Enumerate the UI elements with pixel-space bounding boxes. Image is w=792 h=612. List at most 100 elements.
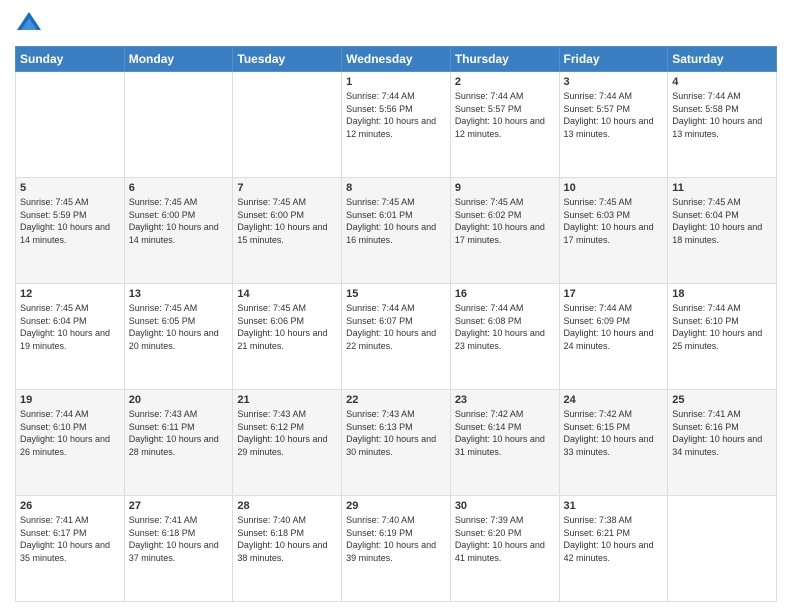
day-number: 29 [346,500,446,512]
day-number: 4 [672,76,772,88]
calendar-header-thursday: Thursday [450,47,559,72]
day-number: 3 [564,76,664,88]
day-info: Sunrise: 7:45 AM Sunset: 6:04 PM Dayligh… [20,302,120,352]
day-info: Sunrise: 7:44 AM Sunset: 6:09 PM Dayligh… [564,302,664,352]
calendar-cell: 13 Sunrise: 7:45 AM Sunset: 6:05 PM Dayli… [124,284,233,390]
calendar-cell: 27 Sunrise: 7:41 AM Sunset: 6:18 PM Dayli… [124,496,233,602]
calendar-cell [668,496,777,602]
day-number: 23 [455,394,555,406]
day-info: Sunrise: 7:43 AM Sunset: 6:13 PM Dayligh… [346,408,446,458]
calendar-cell: 15 Sunrise: 7:44 AM Sunset: 6:07 PM Dayli… [342,284,451,390]
day-info: Sunrise: 7:41 AM Sunset: 6:17 PM Dayligh… [20,514,120,564]
day-number: 8 [346,182,446,194]
calendar-cell: 2Sunrise: 7:44 AM Sunset: 5:57 PM Daylig… [450,72,559,178]
calendar-cell: 19Sunrise: 7:44 AM Sunset: 6:10 PM Dayli… [16,390,125,496]
page: SundayMondayTuesdayWednesdayThursdayFrid… [0,0,792,612]
day-number: 20 [129,394,229,406]
logo [15,10,47,38]
calendar-table: SundayMondayTuesdayWednesdayThursdayFrid… [15,46,777,602]
day-number: 12 [20,288,120,300]
day-number: 27 [129,500,229,512]
day-info: Sunrise: 7:44 AM Sunset: 5:57 PM Dayligh… [455,90,555,140]
day-number: 26 [20,500,120,512]
calendar-header-sunday: Sunday [16,47,125,72]
calendar-cell: 8 Sunrise: 7:45 AM Sunset: 6:01 PM Daylig… [342,178,451,284]
day-number: 18 [672,288,772,300]
day-info: Sunrise: 7:44 AM Sunset: 6:08 PM Dayligh… [455,302,555,352]
calendar-header-wednesday: Wednesday [342,47,451,72]
calendar-cell [124,72,233,178]
day-number: 21 [237,394,337,406]
day-info: Sunrise: 7:43 AM Sunset: 6:12 PM Dayligh… [237,408,337,458]
header [15,10,777,38]
calendar-cell: 21 Sunrise: 7:43 AM Sunset: 6:12 PM Dayli… [233,390,342,496]
day-info: Sunrise: 7:44 AM Sunset: 5:57 PM Dayligh… [564,90,664,140]
calendar-header-monday: Monday [124,47,233,72]
calendar-cell: 11Sunrise: 7:45 AM Sunset: 6:04 PM Dayli… [668,178,777,284]
day-number: 28 [237,500,337,512]
day-info: Sunrise: 7:45 AM Sunset: 6:01 PM Dayligh… [346,196,446,246]
day-number: 24 [564,394,664,406]
day-number: 7 [237,182,337,194]
day-number: 6 [129,182,229,194]
day-info: Sunrise: 7:44 AM Sunset: 5:58 PM Dayligh… [672,90,772,140]
calendar-week-row: 12 Sunrise: 7:45 AM Sunset: 6:04 PM Dayli… [16,284,777,390]
day-info: Sunrise: 7:41 AM Sunset: 6:16 PM Dayligh… [672,408,772,458]
calendar-cell: 5 Sunrise: 7:45 AM Sunset: 5:59 PM Daylig… [16,178,125,284]
calendar-cell: 18 Sunrise: 7:44 AM Sunset: 6:10 PM Dayli… [668,284,777,390]
calendar-week-row: 26 Sunrise: 7:41 AM Sunset: 6:17 PM Dayli… [16,496,777,602]
day-number: 11 [672,182,772,194]
day-info: Sunrise: 7:40 AM Sunset: 6:19 PM Dayligh… [346,514,446,564]
calendar-cell [233,72,342,178]
day-info: Sunrise: 7:40 AM Sunset: 6:18 PM Dayligh… [237,514,337,564]
day-info: Sunrise: 7:44 AM Sunset: 6:10 PM Dayligh… [672,302,772,352]
calendar-cell: 14 Sunrise: 7:45 AM Sunset: 6:06 PM Dayli… [233,284,342,390]
day-info: Sunrise: 7:45 AM Sunset: 6:00 PM Dayligh… [237,196,337,246]
calendar-header-friday: Friday [559,47,668,72]
day-number: 15 [346,288,446,300]
day-info: Sunrise: 7:45 AM Sunset: 6:06 PM Dayligh… [237,302,337,352]
calendar-cell: 10Sunrise: 7:45 AM Sunset: 6:03 PM Dayli… [559,178,668,284]
calendar-cell: 28 Sunrise: 7:40 AM Sunset: 6:18 PM Dayli… [233,496,342,602]
day-info: Sunrise: 7:45 AM Sunset: 6:03 PM Dayligh… [564,196,664,246]
calendar-cell: 4 Sunrise: 7:44 AM Sunset: 5:58 PM Daylig… [668,72,777,178]
day-info: Sunrise: 7:39 AM Sunset: 6:20 PM Dayligh… [455,514,555,564]
day-info: Sunrise: 7:44 AM Sunset: 5:56 PM Dayligh… [346,90,446,140]
calendar-header-saturday: Saturday [668,47,777,72]
day-info: Sunrise: 7:41 AM Sunset: 6:18 PM Dayligh… [129,514,229,564]
day-number: 30 [455,500,555,512]
calendar-cell: 22 Sunrise: 7:43 AM Sunset: 6:13 PM Dayli… [342,390,451,496]
calendar-cell: 23Sunrise: 7:42 AM Sunset: 6:14 PM Dayli… [450,390,559,496]
calendar-header-tuesday: Tuesday [233,47,342,72]
day-number: 31 [564,500,664,512]
day-number: 22 [346,394,446,406]
day-number: 13 [129,288,229,300]
calendar-cell: 17 Sunrise: 7:44 AM Sunset: 6:09 PM Dayli… [559,284,668,390]
day-number: 25 [672,394,772,406]
calendar-cell: 7 Sunrise: 7:45 AM Sunset: 6:00 PM Daylig… [233,178,342,284]
day-number: 17 [564,288,664,300]
calendar-cell: 12 Sunrise: 7:45 AM Sunset: 6:04 PM Dayli… [16,284,125,390]
day-info: Sunrise: 7:44 AM Sunset: 6:07 PM Dayligh… [346,302,446,352]
calendar-cell: 20Sunrise: 7:43 AM Sunset: 6:11 PM Dayli… [124,390,233,496]
calendar-cell: 29 Sunrise: 7:40 AM Sunset: 6:19 PM Dayli… [342,496,451,602]
calendar-cell: 24Sunrise: 7:42 AM Sunset: 6:15 PM Dayli… [559,390,668,496]
calendar-week-row: 1 Sunrise: 7:44 AM Sunset: 5:56 PM Daylig… [16,72,777,178]
day-info: Sunrise: 7:45 AM Sunset: 5:59 PM Dayligh… [20,196,120,246]
calendar-week-row: 5 Sunrise: 7:45 AM Sunset: 5:59 PM Daylig… [16,178,777,284]
day-info: Sunrise: 7:44 AM Sunset: 6:10 PM Dayligh… [20,408,120,458]
day-info: Sunrise: 7:45 AM Sunset: 6:05 PM Dayligh… [129,302,229,352]
day-info: Sunrise: 7:45 AM Sunset: 6:02 PM Dayligh… [455,196,555,246]
day-number: 1 [346,76,446,88]
calendar-cell: 30 Sunrise: 7:39 AM Sunset: 6:20 PM Dayli… [450,496,559,602]
logo-icon [15,10,43,38]
calendar-cell: 25 Sunrise: 7:41 AM Sunset: 6:16 PM Dayli… [668,390,777,496]
calendar-header-row: SundayMondayTuesdayWednesdayThursdayFrid… [16,47,777,72]
calendar-week-row: 19Sunrise: 7:44 AM Sunset: 6:10 PM Dayli… [16,390,777,496]
day-number: 5 [20,182,120,194]
day-number: 14 [237,288,337,300]
day-number: 9 [455,182,555,194]
day-info: Sunrise: 7:38 AM Sunset: 6:21 PM Dayligh… [564,514,664,564]
calendar-cell: 3 Sunrise: 7:44 AM Sunset: 5:57 PM Daylig… [559,72,668,178]
day-number: 16 [455,288,555,300]
